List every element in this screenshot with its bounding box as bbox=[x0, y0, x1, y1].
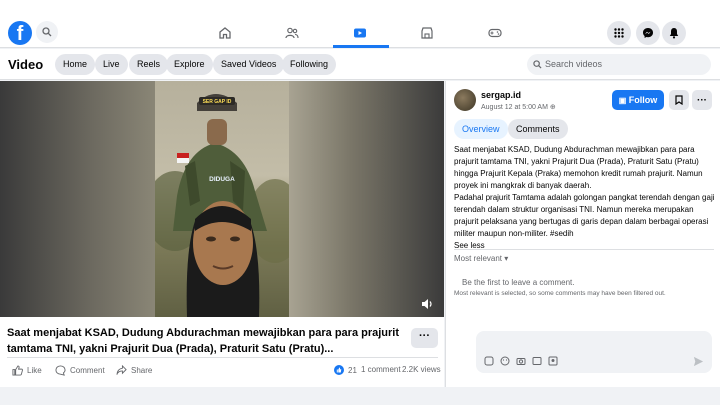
chip-saved-videos[interactable]: Saved Videos bbox=[213, 54, 285, 75]
emoji-icon[interactable] bbox=[500, 356, 510, 366]
empty-comments-message: Be the first to leave a comment. bbox=[462, 278, 575, 287]
avatar[interactable] bbox=[454, 89, 476, 111]
shirt-overlay-text: DIDUGA bbox=[209, 176, 235, 183]
active-tab-indicator bbox=[333, 45, 389, 48]
filter-notice: Most relevant is selected, so some comme… bbox=[454, 290, 666, 297]
messenger-icon bbox=[643, 28, 653, 38]
follow-button[interactable]: ▣ Follow bbox=[612, 90, 664, 110]
ellipsis-icon: ··· bbox=[697, 94, 707, 106]
blurred-background-right bbox=[289, 81, 444, 317]
gif-icon[interactable] bbox=[532, 356, 542, 366]
search-button[interactable] bbox=[36, 21, 58, 43]
post-date[interactable]: August 12 at 5:00 AM ⊕ bbox=[481, 103, 556, 111]
comment-button[interactable]: Comment bbox=[55, 365, 105, 376]
views-count: 2.2K views bbox=[402, 365, 441, 374]
comments-count[interactable]: 1 comment bbox=[361, 365, 401, 374]
more-options-button[interactable]: ··· bbox=[411, 328, 438, 348]
marketplace-nav-tab[interactable] bbox=[416, 22, 438, 44]
chip-live[interactable]: Live bbox=[95, 54, 128, 75]
video-player[interactable]: SER GAP ID DIDUGA bbox=[0, 81, 444, 317]
search-placeholder: Search videos bbox=[545, 59, 603, 69]
description-paragraph-2: Padahal prajurit Tamtama adalah golongan… bbox=[454, 193, 715, 238]
bell-icon bbox=[669, 28, 679, 39]
volume-icon[interactable] bbox=[420, 297, 434, 311]
friends-nav-tab[interactable] bbox=[281, 22, 303, 44]
comment-icon bbox=[55, 365, 66, 376]
comment-toolbar bbox=[484, 356, 558, 366]
top-navigation-bar: f bbox=[0, 0, 720, 48]
bookmark-icon bbox=[675, 95, 683, 105]
like-reaction-icon bbox=[334, 365, 344, 375]
video-nav-tab[interactable] bbox=[349, 22, 371, 44]
page-title: Video bbox=[8, 57, 44, 72]
post-caption: Saat menjabat KSAD, Dudung Abdurachman m… bbox=[7, 327, 400, 355]
views-count-text: 2.2K views bbox=[402, 365, 441, 374]
divider bbox=[7, 357, 438, 358]
video-icon bbox=[354, 28, 366, 38]
comments-count-text: 1 comment bbox=[361, 365, 401, 374]
like-label: Like bbox=[27, 366, 42, 375]
menu-button[interactable] bbox=[607, 21, 631, 45]
camera-icon[interactable] bbox=[516, 356, 526, 366]
tab-overview[interactable]: Overview bbox=[454, 119, 508, 139]
share-label: Share bbox=[131, 366, 153, 375]
caret-down-icon: ▾ bbox=[504, 254, 509, 263]
messenger-button[interactable] bbox=[636, 21, 660, 45]
video-frame: SER GAP ID DIDUGA bbox=[155, 81, 289, 317]
home-icon bbox=[219, 27, 231, 39]
post-side-panel: sergap.id August 12 at 5:00 AM ⊕ ▣ Follo… bbox=[445, 81, 720, 387]
menu-grid-icon bbox=[614, 28, 624, 38]
follow-icon: ▣ bbox=[618, 96, 627, 105]
description-paragraph-1: Saat menjabat KSAD, Dudung Abdurachman m… bbox=[454, 145, 703, 190]
save-button[interactable] bbox=[669, 90, 689, 110]
sticker-icon[interactable] bbox=[484, 356, 494, 366]
most-relevant-label: Most relevant bbox=[454, 254, 503, 263]
home-nav-tab[interactable] bbox=[214, 22, 236, 44]
thumbs-up-icon bbox=[12, 365, 23, 376]
friends-icon bbox=[285, 27, 299, 39]
chip-reels[interactable]: Reels bbox=[129, 54, 169, 75]
send-icon[interactable] bbox=[693, 356, 704, 367]
avatar-sticker-icon[interactable] bbox=[548, 356, 558, 366]
share-icon bbox=[116, 365, 127, 375]
search-icon bbox=[533, 60, 542, 69]
video-subnav: Video Home Live Reels Explore Saved Vide… bbox=[0, 49, 720, 80]
gaming-icon bbox=[488, 28, 502, 38]
post-description: Saat menjabat KSAD, Dudung Abdurachman m… bbox=[454, 144, 716, 252]
tab-comments[interactable]: Comments bbox=[508, 119, 568, 139]
search-icon bbox=[42, 27, 52, 37]
blurred-background-left bbox=[0, 81, 155, 317]
post-date-text: August 12 at 5:00 AM bbox=[481, 104, 548, 111]
see-less-link[interactable]: See less bbox=[454, 240, 716, 252]
notifications-button[interactable] bbox=[662, 21, 686, 45]
chip-following[interactable]: Following bbox=[282, 54, 337, 75]
facebook-logo[interactable]: f bbox=[8, 21, 32, 45]
more-menu-button[interactable]: ··· bbox=[692, 90, 712, 110]
helmet-overlay-text: SER GAP ID bbox=[203, 99, 232, 105]
chip-explore[interactable]: Explore bbox=[166, 54, 213, 75]
reaction-count[interactable]: 21 bbox=[334, 365, 357, 375]
comment-input[interactable] bbox=[476, 331, 712, 373]
post-actions: Like Comment Share 21 1 comment 2.2K vie… bbox=[0, 362, 444, 382]
like-button[interactable]: Like bbox=[12, 365, 42, 376]
follow-label: Follow bbox=[628, 95, 658, 105]
globe-icon: ⊕ bbox=[549, 104, 556, 111]
marketplace-icon bbox=[421, 27, 433, 39]
reaction-count-text: 21 bbox=[348, 365, 357, 375]
author-name[interactable]: sergap.id bbox=[481, 90, 521, 100]
video-thumbnail-image: SER GAP ID DIDUGA bbox=[155, 94, 289, 317]
share-button[interactable]: Share bbox=[116, 365, 152, 376]
search-videos-input[interactable]: Search videos bbox=[527, 54, 711, 75]
divider bbox=[454, 249, 714, 250]
comment-label: Comment bbox=[70, 366, 105, 375]
most-relevant-dropdown[interactable]: Most relevant ▾ bbox=[454, 254, 508, 263]
gaming-nav-tab[interactable] bbox=[484, 22, 506, 44]
chip-home[interactable]: Home bbox=[55, 54, 96, 75]
